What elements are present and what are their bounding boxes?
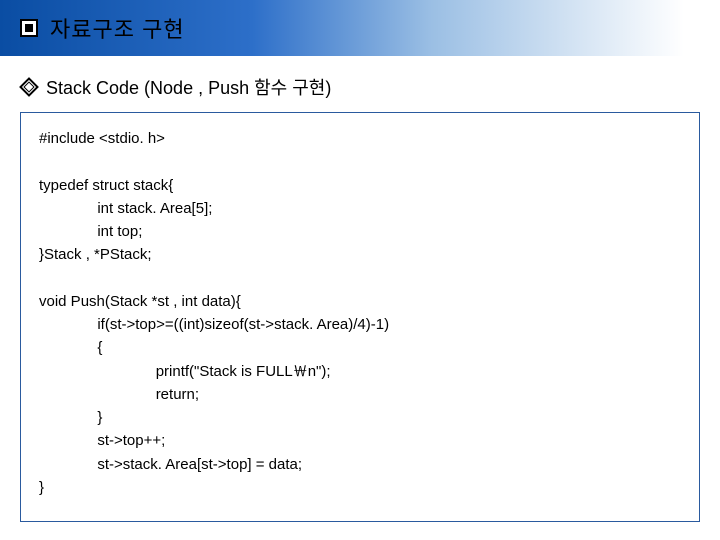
title-bar: 자료구조 구현 (0, 0, 720, 56)
diamond-bullet-icon (19, 77, 39, 97)
slide: 자료구조 구현 Stack Code (Node , Push 함수 구현) #… (0, 0, 720, 540)
code-block: #include <stdio. h> typedef struct stack… (20, 112, 700, 522)
square-bullet-inner (25, 24, 33, 32)
square-bullet-icon (20, 19, 38, 37)
subtitle-row: Stack Code (Node , Push 함수 구현) (0, 56, 720, 112)
subtitle-text: Stack Code (Node , Push 함수 구현) (46, 74, 331, 100)
page-title: 자료구조 구현 (50, 12, 185, 44)
